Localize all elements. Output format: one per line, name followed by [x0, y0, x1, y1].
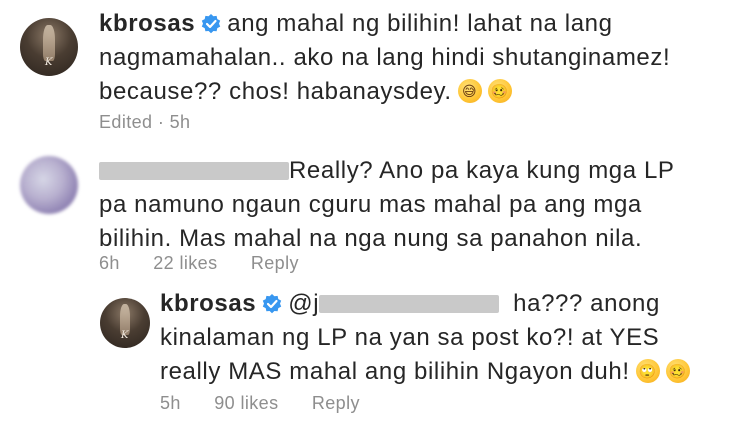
reply-line-3: really MAS mahal ang bilihin Ngayon duh!…: [160, 356, 690, 388]
comment-text: really MAS mahal ang bilihin Ngayon duh!: [160, 358, 630, 385]
likes-count[interactable]: 22 likes: [153, 253, 217, 273]
avatar[interactable]: K: [20, 18, 78, 76]
avatar[interactable]: K: [100, 298, 150, 348]
redacted-username: [99, 162, 289, 180]
smiling-face-with-sweat-icon: 😅: [457, 79, 482, 103]
comment-text: Really? Ano pa kaya kung mga LP: [289, 157, 675, 184]
redacted-mention: [319, 295, 500, 313]
avatar-mark: K: [45, 56, 53, 68]
face-with-rolling-eyes-icon: 🙄: [635, 359, 660, 383]
mention-prefix[interactable]: @j: [288, 290, 319, 317]
username[interactable]: kbrosas: [99, 10, 195, 37]
verified-badge-icon: [202, 14, 221, 34]
reply-button[interactable]: Reply: [312, 393, 360, 413]
username[interactable]: kbrosas: [160, 290, 256, 317]
avatar-mark: K: [121, 330, 129, 341]
comment-meta: Edited · 5h: [99, 112, 218, 133]
comment-text: ang mahal ng bilihin! lahat na lang: [227, 10, 613, 37]
comment-text: because?? chos! habanaysdey.: [99, 78, 452, 105]
comment-line-1: kbrosas ang mahal ng bilihin! lahat na la…: [99, 8, 613, 40]
comment-text: ha??? anong: [513, 290, 660, 317]
comment-line-1: Really? Ano pa kaya kung mga LP: [99, 155, 675, 187]
verified-badge-icon: [263, 294, 282, 314]
comment-line-3: because?? chos! habanaysdey. 😅 🥴: [99, 76, 512, 108]
comment-line-3: bilihin. Mas mahal na nga nung sa panaho…: [99, 225, 643, 252]
comment-meta: 6h 22 likes Reply: [99, 253, 327, 274]
avatar[interactable]: [20, 156, 78, 214]
reply-meta: 5h 90 likes Reply: [160, 393, 388, 414]
comment-time: 5h: [160, 393, 181, 413]
comment-time: 6h: [99, 253, 120, 273]
comment-line-2: pa namuno ngaun cguru mas mahal pa ang m…: [99, 191, 642, 218]
reply-button[interactable]: Reply: [251, 253, 299, 273]
woozy-face-icon: 🥴: [487, 79, 512, 103]
likes-count[interactable]: 90 likes: [214, 393, 278, 413]
edited-timestamp: Edited · 5h: [99, 112, 191, 132]
comment-line-2: nagmamahalan.. ako na lang hindi shutang…: [99, 44, 671, 71]
reply-line-2: kinalaman ng LP na yan sa post ko?! at Y…: [160, 324, 660, 351]
reply-line-1: kbrosas @j ha??? anong: [160, 288, 660, 320]
woozy-face-icon: 🥴: [665, 359, 690, 383]
